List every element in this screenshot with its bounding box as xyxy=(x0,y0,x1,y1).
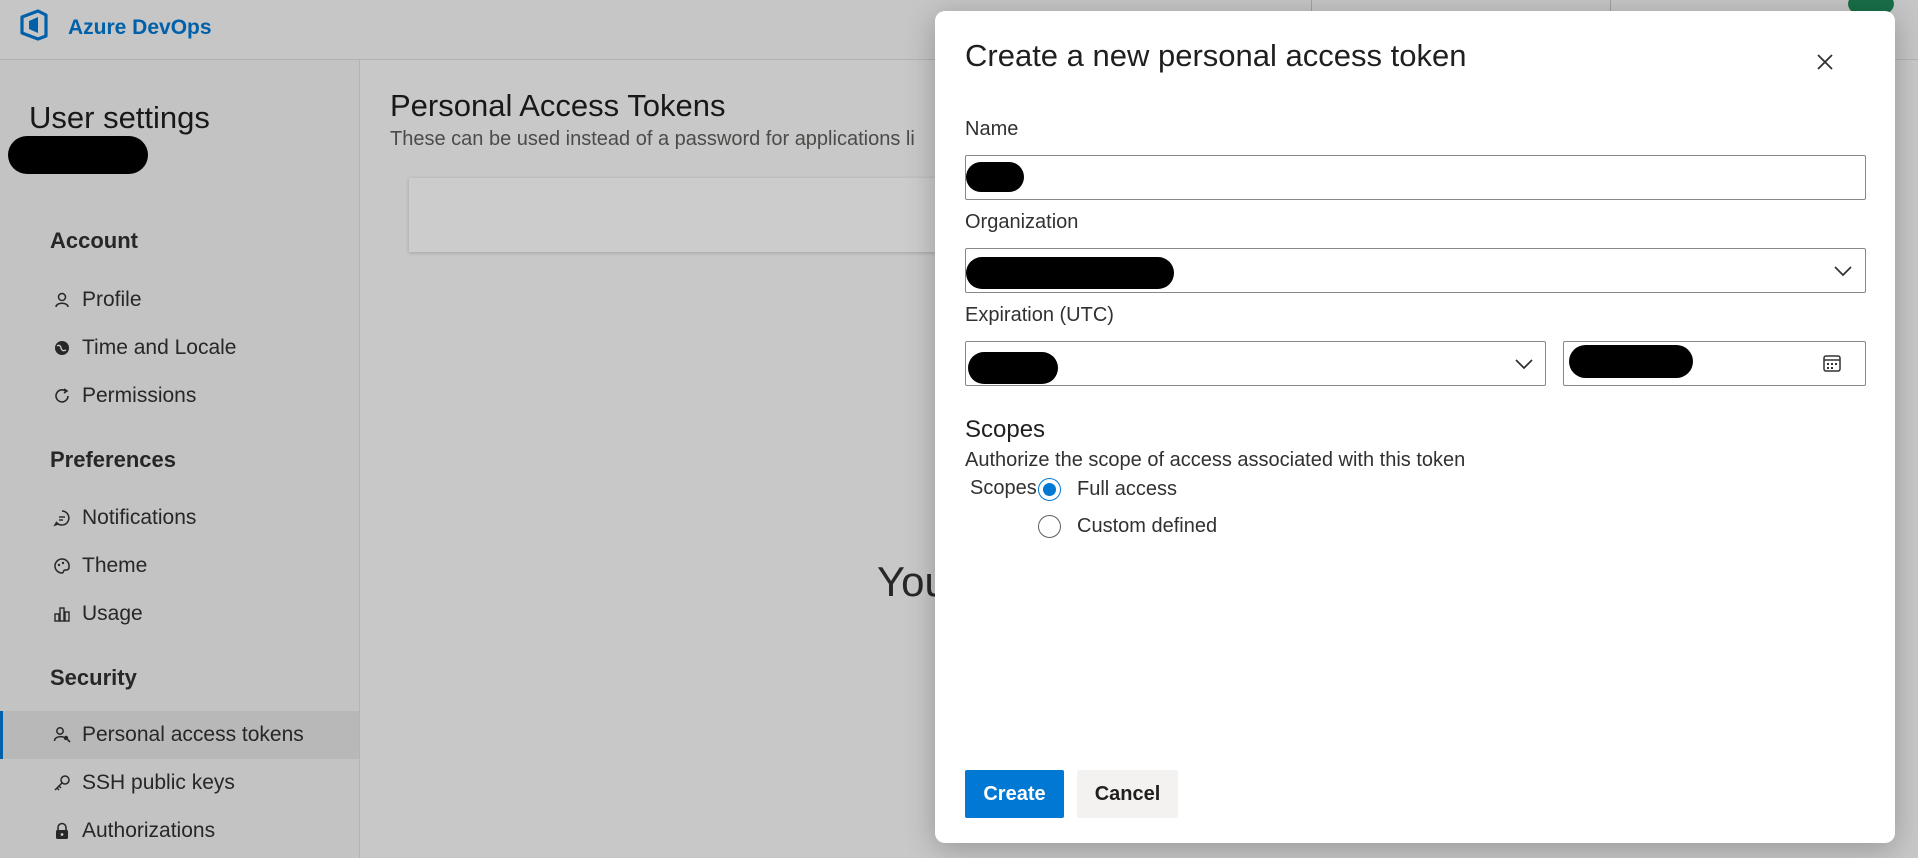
chevron-down-icon xyxy=(1832,260,1854,282)
scopes-label: Scopes xyxy=(970,477,1037,499)
calendar-icon[interactable] xyxy=(1822,353,1842,378)
redacted-name-value xyxy=(966,162,1024,192)
redacted-expiration-value xyxy=(968,352,1058,384)
scope-option-full-access[interactable]: Full access xyxy=(1038,478,1177,501)
cancel-button[interactable]: Cancel xyxy=(1077,770,1178,818)
scope-option-label: Custom defined xyxy=(1077,515,1218,537)
expiration-select[interactable] xyxy=(965,341,1546,386)
expiration-date-picker[interactable] xyxy=(1563,341,1866,386)
organization-select[interactable] xyxy=(965,248,1866,293)
chevron-down-icon xyxy=(1513,353,1535,375)
scopes-description: Authorize the scope of access associated… xyxy=(965,449,1466,471)
expiration-label: Expiration (UTC) xyxy=(965,304,1114,326)
scope-option-custom-defined[interactable]: Custom defined xyxy=(1038,515,1217,538)
redacted-date-value xyxy=(1569,345,1693,378)
scope-option-label: Full access xyxy=(1077,478,1178,500)
redacted-organization-value xyxy=(966,257,1174,289)
radio-checked[interactable] xyxy=(1038,478,1061,501)
create-token-dialog: Create a new personal access token Name … xyxy=(935,11,1895,843)
organization-label: Organization xyxy=(965,211,1079,233)
dialog-title: Create a new personal access token xyxy=(965,38,1467,73)
close-icon xyxy=(1815,52,1835,77)
scopes-heading: Scopes xyxy=(965,416,1046,443)
radio-unchecked[interactable] xyxy=(1038,515,1061,538)
create-button[interactable]: Create xyxy=(965,770,1064,818)
name-label: Name xyxy=(965,118,1019,140)
name-input[interactable] xyxy=(965,155,1866,200)
close-button[interactable] xyxy=(1809,48,1841,80)
